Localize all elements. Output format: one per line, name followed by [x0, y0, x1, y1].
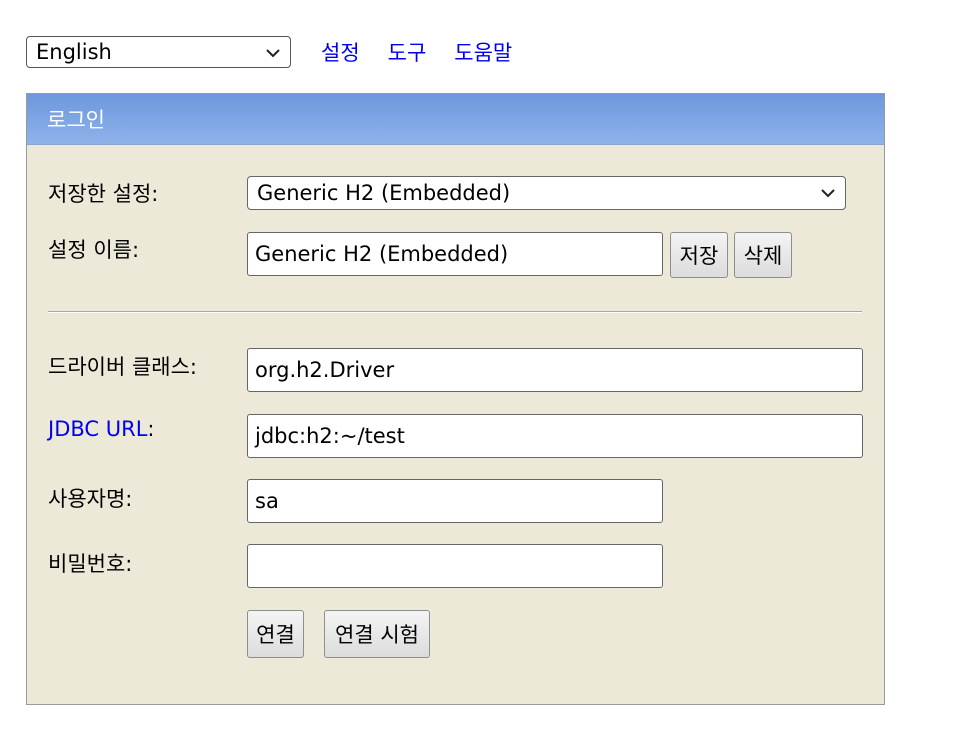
- driver-class-label: 드라이버 클래스:: [48, 355, 197, 379]
- saved-settings-label: 저장한 설정:: [48, 182, 159, 206]
- chevron-down-icon: [266, 49, 280, 58]
- jdbc-url-label: JDBC URL:: [48, 417, 154, 441]
- jdbc-url-colon: :: [147, 417, 155, 441]
- section-divider: [48, 311, 862, 313]
- tools-link[interactable]: 도구: [388, 37, 427, 67]
- login-panel: 로그인 저장한 설정: Generic H2 (Embedded) 설정 이름:…: [26, 93, 885, 705]
- driver-class-input[interactable]: org.h2.Driver: [247, 348, 863, 392]
- password-label: 비밀번호:: [48, 552, 133, 576]
- username-label: 사용자명:: [48, 487, 133, 511]
- username-value: sa: [255, 489, 279, 513]
- language-select-value: English: [36, 40, 112, 64]
- help-link[interactable]: 도움말: [454, 37, 512, 67]
- test-connection-button[interactable]: 연결 시험: [324, 610, 430, 658]
- jdbc-url-input[interactable]: jdbc:h2:~/test: [247, 414, 863, 458]
- jdbc-url-help-link[interactable]: JDBC URL: [48, 417, 147, 441]
- saved-settings-value: Generic H2 (Embedded): [257, 181, 511, 205]
- login-title: 로그인: [47, 108, 105, 132]
- chevron-down-icon: [821, 189, 835, 198]
- top-toolbar: English 설정 도구 도움말: [26, 35, 512, 69]
- jdbc-url-value: jdbc:h2:~/test: [255, 424, 405, 448]
- settings-link[interactable]: 설정: [321, 37, 360, 67]
- delete-button[interactable]: 삭제: [734, 232, 792, 278]
- setting-name-input[interactable]: Generic H2 (Embedded): [247, 232, 663, 276]
- language-select[interactable]: English: [26, 36, 291, 68]
- setting-name-label: 설정 이름:: [48, 238, 140, 262]
- save-button[interactable]: 저장: [670, 232, 728, 278]
- driver-class-value: org.h2.Driver: [255, 358, 395, 382]
- username-input[interactable]: sa: [247, 479, 663, 523]
- saved-settings-select[interactable]: Generic H2 (Embedded): [247, 176, 846, 210]
- login-panel-header: 로그인: [27, 94, 884, 145]
- connect-button[interactable]: 연결: [247, 610, 304, 658]
- password-input[interactable]: [247, 544, 663, 588]
- setting-name-value: Generic H2 (Embedded): [255, 242, 509, 266]
